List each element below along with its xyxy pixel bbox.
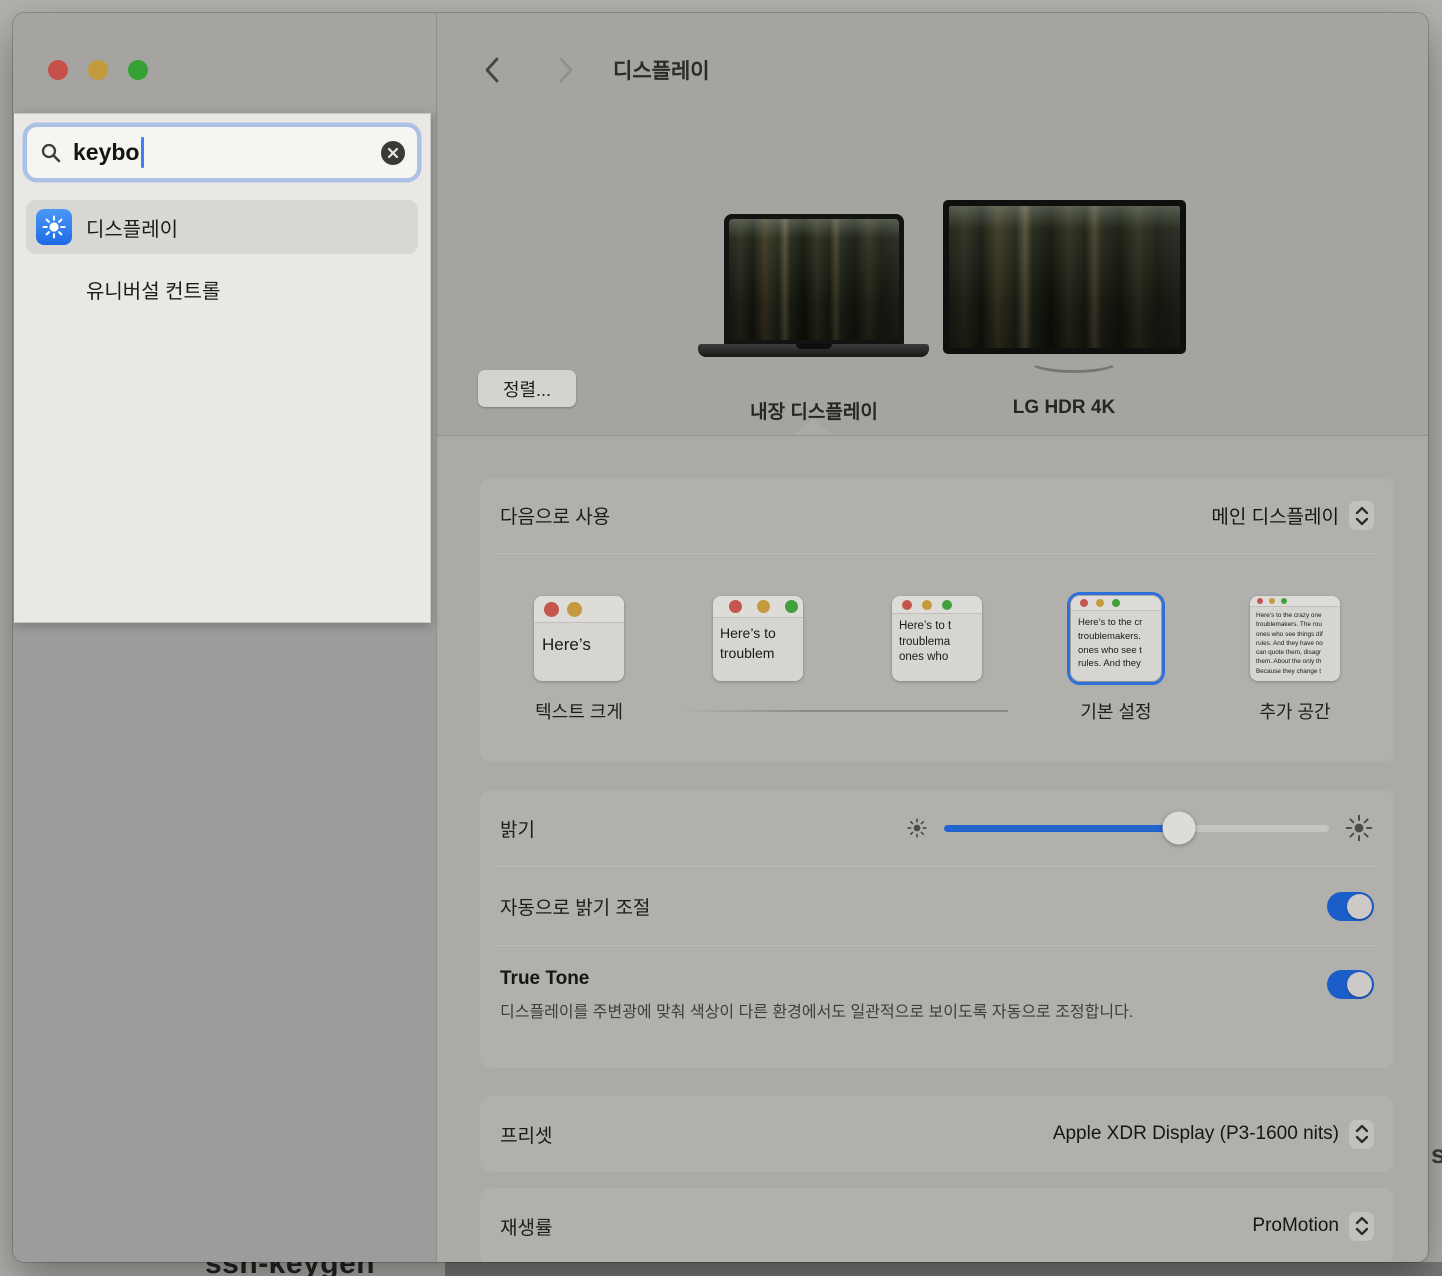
chevron-up-down-icon xyxy=(1352,1214,1372,1238)
display-settings-card: 다음으로 사용 메인 디스플레이 xyxy=(480,478,1394,762)
laptop-notch xyxy=(803,214,825,219)
refresh-rate-value: ProMotion xyxy=(1252,1215,1339,1237)
external-display-name: LG HDR 4K xyxy=(944,397,1184,419)
builtin-display-thumbnail[interactable] xyxy=(724,214,904,345)
scale-option-default[interactable]: Here’s to the cr troublemakers. ones who… xyxy=(1071,596,1161,681)
result-label: 유니버설 컨트롤 xyxy=(86,275,220,304)
close-icon xyxy=(381,141,405,165)
true-tone-label: True Tone xyxy=(500,968,1374,990)
chevron-up-down-icon xyxy=(1352,504,1372,528)
page-title: 디스플레이 xyxy=(613,55,710,85)
arrange-button[interactable]: 정렬... xyxy=(478,370,576,407)
back-button[interactable] xyxy=(476,53,510,87)
system-settings-window: 디스플레이 keybo xyxy=(13,13,1428,1262)
monitor-stand xyxy=(1028,349,1120,373)
result-label: 디스플레이 xyxy=(86,213,178,242)
preset-value: Apple XDR Display (P3-1600 nits) xyxy=(1053,1123,1339,1145)
scale-label-default: 기본 설정 xyxy=(1031,698,1201,724)
search-input[interactable]: keybo xyxy=(26,126,418,179)
brightness-high-icon xyxy=(1344,813,1374,843)
brightness-slider[interactable] xyxy=(944,825,1329,832)
search-popover: keybo xyxy=(14,113,431,623)
search-icon xyxy=(39,141,63,165)
chevron-left-icon xyxy=(480,55,506,85)
refresh-rate-label: 재생률 xyxy=(500,1213,552,1240)
search-result-displays[interactable]: 디스플레이 xyxy=(26,200,418,254)
brightness-low-icon xyxy=(905,816,929,840)
scale-option-larger-text[interactable]: Here’s xyxy=(534,596,624,681)
laptop-base xyxy=(698,344,929,357)
close-button[interactable] xyxy=(48,60,68,80)
scale-option-more-space[interactable]: Here’s to the crazy one troublemakers. T… xyxy=(1250,596,1340,681)
true-tone-toggle[interactable] xyxy=(1327,970,1374,999)
section-divider xyxy=(437,435,1428,436)
preset-label: 프리셋 xyxy=(500,1121,552,1148)
sidebar-divider xyxy=(436,13,437,1262)
background-text-fragment: s xyxy=(1431,1139,1442,1170)
chevron-up-down-icon xyxy=(1352,1122,1372,1146)
use-as-dropdown[interactable] xyxy=(1349,501,1374,530)
auto-brightness-toggle[interactable] xyxy=(1327,892,1374,921)
external-display-thumbnail[interactable] xyxy=(943,200,1186,354)
preset-dropdown[interactable] xyxy=(1349,1120,1374,1149)
use-as-label: 다음으로 사용 xyxy=(500,502,610,529)
search-value: keybo xyxy=(73,139,139,166)
screen: ssh-keygen s 디스플레이 xyxy=(0,0,1442,1276)
preset-card: 프리셋 Apple XDR Display (P3-1600 nits) xyxy=(480,1096,1394,1172)
true-tone-description: 디스플레이를 주변광에 맞춰 색상이 다른 환경에서도 일관적으로 보이도록 자… xyxy=(500,998,1240,1028)
scale-options-connector-line xyxy=(681,710,1008,712)
scale-option-2[interactable]: Here’s to troublem xyxy=(713,596,803,681)
refresh-rate-dropdown[interactable] xyxy=(1349,1212,1374,1241)
text-cursor xyxy=(141,137,144,168)
auto-brightness-label: 자동으로 밝기 조절 xyxy=(500,893,650,920)
brightness-slider-fill xyxy=(944,825,1179,832)
builtin-display-name: 내장 디스플레이 xyxy=(694,397,934,424)
display-brightness-icon xyxy=(36,209,72,245)
brightness-slider-thumb[interactable] xyxy=(1162,812,1195,845)
brightness-card: 밝기 xyxy=(480,790,1394,1068)
chevron-right-icon xyxy=(552,55,578,85)
scale-option-3[interactable]: Here’s to t troublema ones who xyxy=(892,596,982,681)
scale-label-more-space: 추가 공간 xyxy=(1210,698,1380,724)
search-result-universal-control[interactable]: 유니버설 컨트롤 xyxy=(26,266,418,312)
brightness-label: 밝기 xyxy=(500,815,535,842)
minimize-button[interactable] xyxy=(88,60,108,80)
background-window-fragment xyxy=(445,1262,1442,1276)
forward-button[interactable] xyxy=(548,53,582,87)
clear-search-button[interactable] xyxy=(381,141,405,165)
refresh-rate-card: 재생률 ProMotion xyxy=(480,1188,1394,1262)
zoom-button[interactable] xyxy=(128,60,148,80)
scale-label-larger-text: 텍스트 크게 xyxy=(494,698,664,724)
use-as-value: 메인 디스플레이 xyxy=(1211,502,1339,529)
